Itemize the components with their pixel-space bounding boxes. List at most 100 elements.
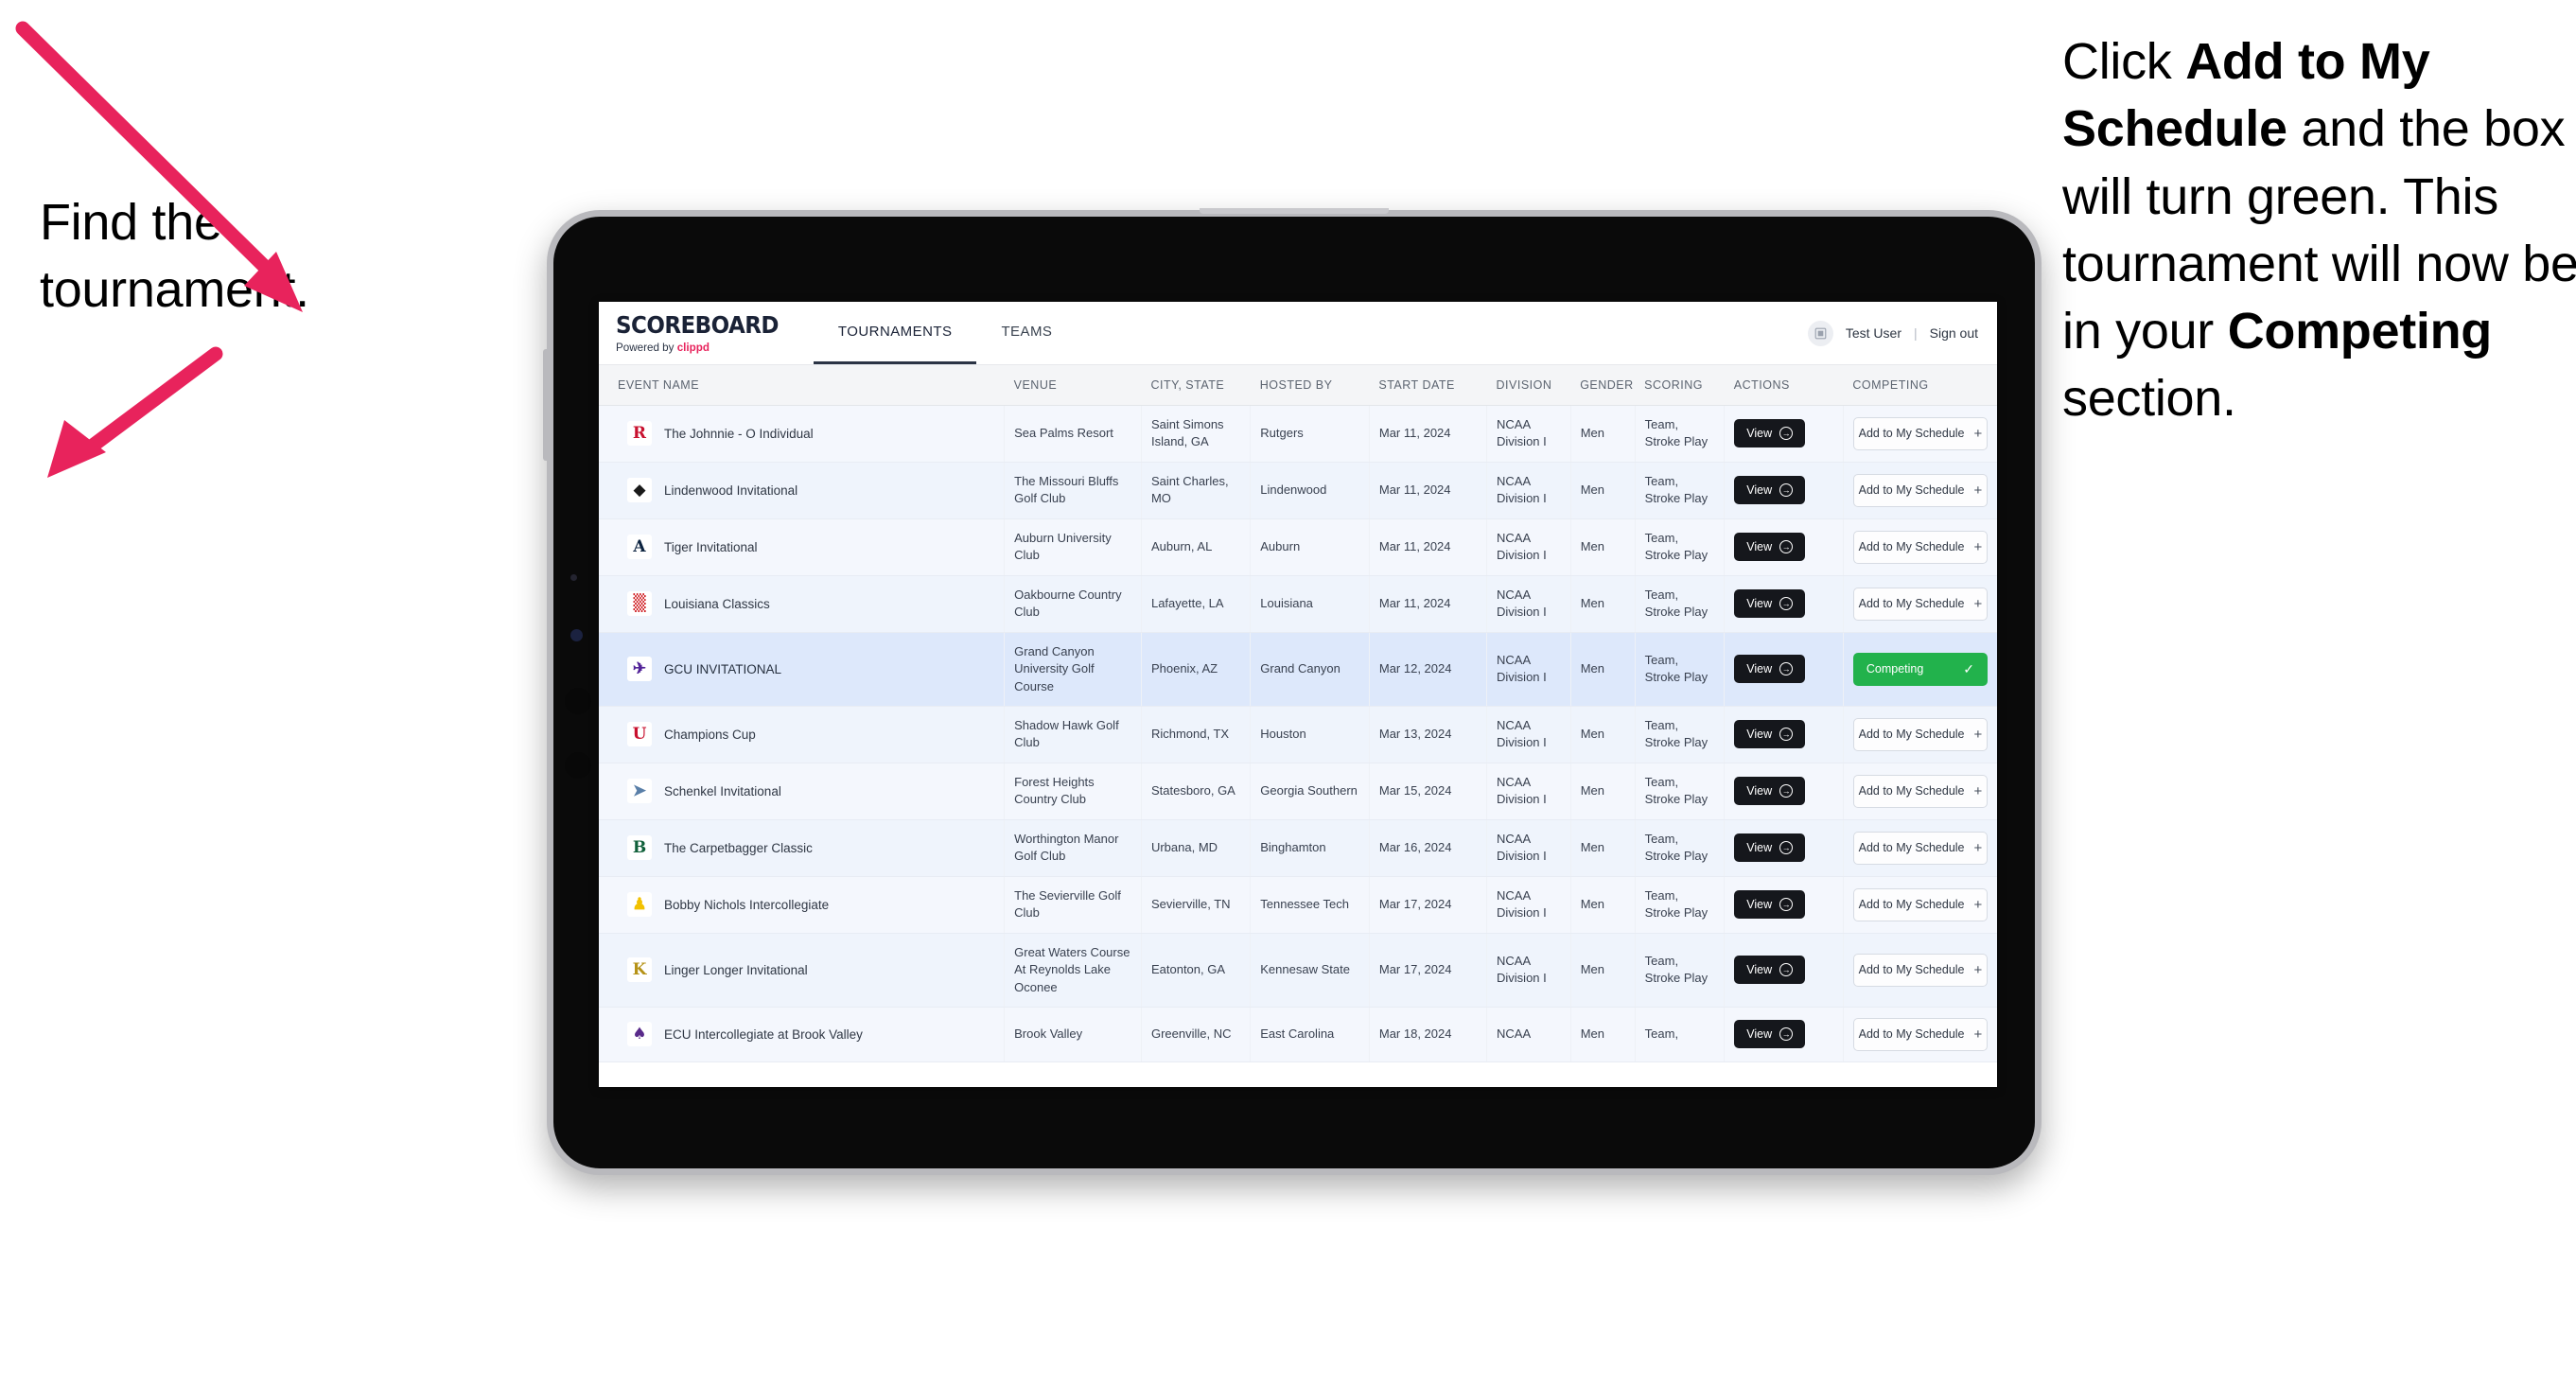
arrow-right-circle-icon: →: [1779, 784, 1794, 798]
cell-actions: View →: [1724, 518, 1844, 576]
table-row[interactable]: ➤ Schenkel Invitational Forest Heights Cou…: [599, 763, 1997, 820]
cell-gender: Men: [1570, 405, 1636, 463]
add-to-my-schedule-button[interactable]: Add to My Schedule +: [1852, 953, 1988, 987]
cell-actions: View →: [1724, 575, 1844, 633]
cell-venue: Shadow Hawk Golf Club: [1004, 706, 1142, 763]
cell-event-name: B The Carpetbagger Classic: [599, 819, 1006, 877]
cell-venue: The Missouri Bluffs Golf Club: [1004, 462, 1142, 519]
table-row[interactable]: ♟ Bobby Nichols Intercollegiate The Sevier…: [599, 876, 1997, 934]
table-header: EVENT NAME VENUE CITY, STATE HOSTED BY S…: [599, 365, 1997, 406]
column-header-hosted-by[interactable]: HOSTED BY: [1250, 365, 1370, 406]
plus-icon: +: [1973, 482, 1983, 499]
table-row[interactable]: ▒ Louisiana Classics Oakbourne Country Clu…: [599, 575, 1997, 633]
cell-competing: Add to My Schedule +: [1843, 763, 1997, 820]
cell-start-date: Mar 16, 2024: [1369, 819, 1488, 877]
cell-division: NCAA Division I: [1486, 763, 1571, 820]
tab-teams[interactable]: TEAMS: [976, 302, 1077, 364]
column-header-division[interactable]: DIVISION: [1486, 365, 1571, 406]
sensor-dot-icon: [570, 574, 577, 581]
column-header-actions[interactable]: ACTIONS: [1724, 365, 1844, 406]
add-to-my-schedule-button[interactable]: Add to My Schedule +: [1852, 473, 1988, 507]
tab-tournaments[interactable]: TOURNAMENTS: [813, 302, 977, 364]
view-button[interactable]: View →: [1734, 720, 1806, 749]
table-row[interactable]: K Linger Longer Invitational Great Waters …: [599, 933, 1997, 1008]
column-header-competing[interactable]: COMPETING: [1843, 365, 1997, 406]
user-avatar-icon[interactable]: [1807, 320, 1833, 346]
tablet-side-button[interactable]: [543, 349, 548, 461]
add-to-my-schedule-button[interactable]: Add to My Schedule +: [1852, 717, 1988, 751]
table-row[interactable]: U Champions Cup Shadow Hawk Golf Club Richm…: [599, 706, 1997, 763]
tablet-device: SCOREBOARD Powered by clippd TOURNAMENTS…: [543, 208, 2042, 1175]
add-to-my-schedule-button[interactable]: Add to My Schedule +: [1852, 831, 1988, 865]
view-button[interactable]: View →: [1734, 956, 1806, 985]
cell-competing: Add to My Schedule +: [1843, 575, 1997, 633]
cell-venue: Grand Canyon University Golf Course: [1004, 632, 1142, 707]
table-row[interactable]: ✈ GCU INVITATIONAL Grand Canyon University…: [599, 632, 1997, 707]
table-row[interactable]: R The Johnnie - O Individual Sea Palms Res…: [599, 405, 1997, 463]
table-row[interactable]: ♠ ECU Intercollegiate at Brook Valley Broo…: [599, 1007, 1997, 1062]
view-button[interactable]: View →: [1734, 777, 1806, 806]
team-logo-icon: A: [627, 535, 652, 560]
cell-hosted-by: Kennesaw State: [1250, 933, 1370, 1008]
competing-button[interactable]: Competing ✓: [1852, 652, 1988, 686]
annotation-right-part-4: section.: [2062, 370, 2236, 428]
cell-division: NCAA Division I: [1486, 819, 1571, 877]
view-button[interactable]: View →: [1734, 655, 1806, 684]
column-header-venue[interactable]: VENUE: [1004, 365, 1142, 406]
camera-lens-icon: [570, 629, 583, 641]
cell-division: NCAA Division I: [1486, 876, 1571, 934]
add-to-my-schedule-button[interactable]: Add to My Schedule +: [1852, 530, 1988, 564]
team-logo-icon: ▒: [627, 591, 652, 617]
view-button[interactable]: View →: [1734, 589, 1806, 619]
arrow-pointer-right: [0, 322, 227, 530]
event-name-label: Schenkel Invitational: [664, 783, 781, 798]
add-to-my-schedule-button[interactable]: Add to My Schedule +: [1852, 587, 1988, 621]
cell-scoring: Team, Stroke Play: [1635, 575, 1726, 633]
event-name-label: Bobby Nichols Intercollegiate: [664, 897, 830, 912]
cell-hosted-by: Rutgers: [1250, 405, 1370, 463]
brand-title: SCOREBOARD: [616, 311, 780, 339]
cell-gender: Men: [1570, 518, 1636, 576]
view-button[interactable]: View →: [1734, 533, 1806, 562]
cell-actions: View →: [1724, 819, 1844, 877]
plus-icon: +: [1973, 538, 1983, 555]
cell-event-name: R The Johnnie - O Individual: [599, 405, 1006, 463]
table-row[interactable]: A Tiger Invitational Auburn University Clu…: [599, 518, 1997, 576]
event-name-label: ECU Intercollegiate at Brook Valley: [664, 1026, 863, 1042]
sign-out-link[interactable]: Sign out: [1930, 325, 1978, 341]
cell-division: NCAA: [1486, 1007, 1571, 1062]
view-button[interactable]: View →: [1734, 833, 1806, 863]
cell-division: NCAA Division I: [1486, 632, 1571, 707]
cell-hosted-by: Lindenwood: [1250, 462, 1370, 519]
arrow-right-circle-icon: →: [1779, 662, 1794, 676]
view-button[interactable]: View →: [1734, 476, 1806, 505]
cell-gender: Men: [1570, 462, 1636, 519]
add-to-my-schedule-button[interactable]: Add to My Schedule +: [1852, 774, 1988, 808]
add-to-my-schedule-button[interactable]: Add to My Schedule +: [1852, 1017, 1988, 1051]
camera-lens-large-icon: [565, 688, 591, 714]
tournaments-table-scroll[interactable]: EVENT NAME VENUE CITY, STATE HOSTED BY S…: [599, 365, 1997, 1087]
view-button[interactable]: View →: [1734, 419, 1806, 448]
brand-logo[interactable]: SCOREBOARD Powered by clippd: [599, 302, 814, 364]
plus-icon: +: [1973, 595, 1983, 612]
cell-city-state: Sevierville, TN: [1141, 876, 1252, 934]
event-name-label: GCU INVITATIONAL: [664, 661, 782, 676]
table-row[interactable]: ◆ Lindenwood Invitational The Missouri Blu…: [599, 462, 1997, 519]
add-to-my-schedule-button[interactable]: Add to My Schedule +: [1852, 887, 1988, 921]
view-button[interactable]: View →: [1734, 890, 1806, 920]
plus-icon: +: [1973, 1026, 1983, 1043]
team-logo-icon: ♟: [627, 892, 652, 918]
add-to-my-schedule-button[interactable]: Add to My Schedule +: [1852, 416, 1988, 450]
cell-city-state: Richmond, TX: [1141, 706, 1252, 763]
add-to-my-schedule-label: Add to My Schedule: [1858, 728, 1965, 742]
cell-start-date: Mar 11, 2024: [1369, 462, 1488, 519]
cell-city-state: Saint Simons Island, GA: [1141, 405, 1252, 463]
column-header-gender[interactable]: GENDER: [1570, 365, 1636, 406]
column-header-city-state[interactable]: CITY, STATE: [1141, 365, 1251, 406]
column-header-start-date[interactable]: START DATE: [1369, 365, 1487, 406]
view-button[interactable]: View →: [1734, 1020, 1806, 1049]
cell-gender: Men: [1570, 876, 1636, 934]
column-header-event-name[interactable]: EVENT NAME: [599, 365, 1005, 406]
column-header-scoring[interactable]: SCORING: [1635, 365, 1725, 406]
table-row[interactable]: B The Carpetbagger Classic Worthington Man…: [599, 819, 1997, 877]
